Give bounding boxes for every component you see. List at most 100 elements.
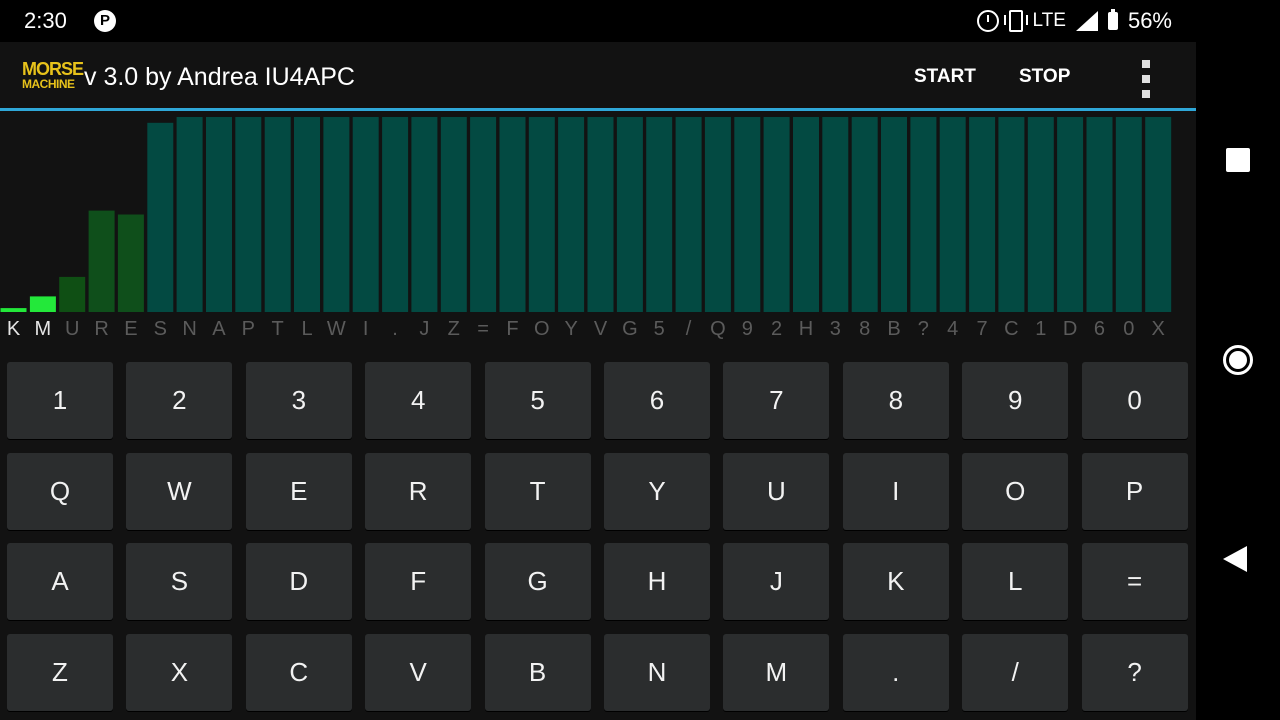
letter-label-8: P: [241, 318, 255, 340]
letter-label-24: Q: [710, 318, 726, 340]
key-2-1[interactable]: S: [126, 543, 233, 620]
bar-38: [1115, 117, 1142, 312]
overflow-menu-icon[interactable]: [1140, 60, 1154, 100]
bar-3: [88, 210, 115, 312]
bar-15: [440, 117, 467, 312]
status-time: 2:30: [24, 8, 67, 33]
key-2-8[interactable]: L: [962, 543, 1069, 620]
battery-icon: [1107, 9, 1118, 30]
bar-5: [147, 122, 174, 312]
letter-label-14: J: [419, 318, 430, 340]
bar-2: [59, 276, 86, 312]
bar-16: [470, 117, 497, 312]
key-2-2[interactable]: D: [245, 543, 352, 620]
key-0-8[interactable]: 9: [962, 362, 1069, 439]
key-0-6[interactable]: 7: [723, 362, 830, 439]
battery-percent: 56%: [1127, 8, 1172, 33]
key-1-8[interactable]: O: [962, 452, 1069, 530]
bar-20: [587, 117, 614, 312]
key-2-4[interactable]: G: [484, 543, 591, 620]
bar-19: [558, 117, 585, 312]
letter-label-25: 9: [741, 318, 753, 340]
key-0-7[interactable]: 8: [842, 362, 949, 439]
letter-label-32: 4: [947, 318, 959, 340]
bar-6: [176, 117, 203, 312]
key-1-2[interactable]: E: [245, 452, 352, 530]
key-0-9[interactable]: 0: [1081, 362, 1188, 439]
key-2-3[interactable]: F: [365, 543, 472, 620]
key-0-5[interactable]: 6: [604, 362, 710, 439]
key-2-6[interactable]: J: [723, 543, 830, 620]
key-3-9[interactable]: ?: [1081, 633, 1188, 711]
key-3-0[interactable]: Z: [7, 633, 113, 711]
morse-machine-logo: MORSE MACHINE: [22, 60, 84, 94]
key-3-2[interactable]: C: [245, 633, 352, 711]
key-3-5[interactable]: N: [604, 633, 710, 711]
status-right-icons: LTE 56%: [976, 8, 1172, 34]
key-2-5[interactable]: H: [604, 543, 710, 620]
bar-21: [616, 117, 643, 312]
letter-label-13: .: [392, 318, 398, 340]
bar-26: [763, 117, 790, 312]
key-1-3[interactable]: R: [365, 452, 472, 530]
alarm-icon: [976, 10, 999, 32]
bar-11: [323, 117, 350, 312]
letter-label-23: /: [685, 318, 692, 340]
start-button[interactable]: START: [914, 66, 976, 88]
key-1-9[interactable]: P: [1081, 452, 1188, 530]
letter-label-15: Z: [447, 318, 460, 340]
letter-label-9: T: [271, 318, 284, 340]
key-3-3[interactable]: V: [365, 633, 472, 711]
status-bar: 2:30 P LTE 56%: [0, 0, 1196, 42]
bar-32: [939, 117, 966, 312]
letter-label-7: A: [212, 318, 226, 340]
key-3-8[interactable]: /: [962, 633, 1069, 711]
recents-square-icon[interactable]: [1226, 148, 1250, 172]
key-1-5[interactable]: Y: [604, 452, 710, 530]
stop-button[interactable]: STOP: [1019, 66, 1070, 88]
key-0-2[interactable]: 3: [245, 362, 352, 439]
letter-label-26: 2: [771, 318, 783, 340]
letter-label-3: R: [94, 318, 109, 340]
key-0-3[interactable]: 4: [365, 362, 472, 439]
bar-17: [499, 117, 526, 312]
bar-12: [352, 117, 379, 312]
key-3-6[interactable]: M: [723, 633, 830, 711]
letter-label-21: G: [622, 318, 638, 340]
letter-label-4: E: [124, 318, 138, 340]
bar-0: [0, 308, 27, 312]
home-circle-icon[interactable]: [1223, 345, 1253, 375]
key-0-1[interactable]: 2: [126, 362, 233, 439]
letter-label-28: 3: [829, 318, 841, 340]
bar-14: [411, 117, 438, 312]
bar-18: [528, 117, 555, 312]
key-2-0[interactable]: A: [7, 543, 113, 620]
key-1-7[interactable]: I: [842, 452, 949, 530]
morse-machine-app: 2:30 P LTE 56% MORSE MACHINE v 3.0 by An…: [0, 0, 1196, 720]
vibrate-icon: [1003, 10, 1028, 32]
key-1-1[interactable]: W: [126, 452, 233, 530]
key-0-0[interactable]: 1: [7, 362, 113, 439]
key-1-6[interactable]: U: [723, 452, 830, 530]
letter-label-22: 5: [653, 318, 665, 340]
bar-7: [206, 117, 232, 312]
key-2-7[interactable]: K: [842, 543, 949, 620]
key-1-4[interactable]: T: [484, 452, 591, 530]
bar-13: [382, 117, 409, 312]
bar-35: [1027, 117, 1054, 312]
back-triangle-icon[interactable]: [1223, 546, 1247, 572]
app-title: v 3.0 by Andrea IU4APC: [84, 63, 355, 91]
key-3-1[interactable]: X: [126, 633, 233, 711]
key-2-9[interactable]: =: [1081, 543, 1188, 620]
bar-39: [1145, 117, 1172, 312]
letter-label-10: L: [301, 318, 313, 340]
key-0-4[interactable]: 5: [484, 362, 591, 439]
letter-label-36: D: [1062, 318, 1078, 340]
letter-label-20: V: [593, 318, 608, 340]
key-3-4[interactable]: B: [484, 633, 591, 711]
bar-9: [264, 117, 291, 312]
bar-30: [881, 117, 907, 312]
letter-label-34: C: [1004, 318, 1019, 340]
key-3-7[interactable]: .: [842, 633, 949, 711]
key-1-0[interactable]: Q: [7, 452, 113, 530]
